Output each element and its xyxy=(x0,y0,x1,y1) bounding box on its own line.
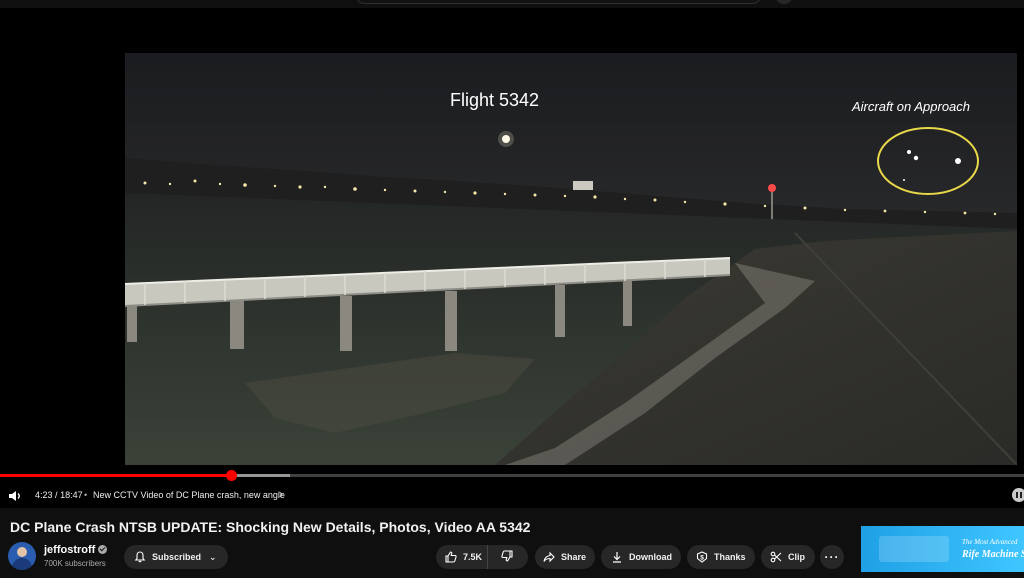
download-icon xyxy=(611,551,623,563)
like-button[interactable]: 7.5K xyxy=(436,545,488,569)
channel-name[interactable]: jeffostroff xyxy=(44,544,95,556)
volume-icon[interactable] xyxy=(8,490,22,502)
svg-text:$: $ xyxy=(700,555,704,562)
scrubber-handle[interactable] xyxy=(226,470,238,481)
ad-thumbnail[interactable]: The Most Advanced Rife Machine Se xyxy=(861,526,1024,572)
subscribed-button[interactable]: Subscribed ⌄ xyxy=(124,545,228,569)
ad-product-image xyxy=(879,536,949,562)
progress-bar[interactable] xyxy=(0,470,1024,481)
chevron-right-icon[interactable]: › xyxy=(279,487,283,501)
distant-building xyxy=(573,181,593,190)
ad-headline-line1: The Most Advanced xyxy=(962,538,1018,546)
current-time: 4:23 xyxy=(35,490,53,500)
chapter-separator: • xyxy=(84,490,88,500)
top-bar xyxy=(0,0,1024,6)
dislike-button[interactable] xyxy=(488,545,526,569)
share-label: Share xyxy=(561,552,587,562)
player-controls: 4:23 / 18:47 • New CCTV Video of DC Plan… xyxy=(0,484,1024,508)
thanks-button[interactable]: $ Thanks xyxy=(687,545,755,569)
verified-icon xyxy=(98,545,108,554)
played-bar xyxy=(0,474,232,477)
chapter-title[interactable]: New CCTV Video of DC Plane crash, new an… xyxy=(93,490,285,500)
video-scene: Flight 5342 Aircraft on Approach xyxy=(125,53,1017,465)
red-beacon-light xyxy=(768,184,776,192)
channel-name-row[interactable]: jeffostroff xyxy=(44,544,108,556)
video-title: DC Plane Crash NTSB UPDATE: Shocking New… xyxy=(10,519,531,535)
like-dislike-group: 7.5K xyxy=(436,545,528,569)
clip-label: Clip xyxy=(788,552,805,562)
search-box-edge[interactable] xyxy=(355,0,762,4)
time-separator: / xyxy=(55,490,58,500)
overlay-flight-title: Flight 5342 xyxy=(450,90,539,110)
video-frame[interactable]: Flight 5342 Aircraft on Approach xyxy=(125,53,1017,465)
download-button[interactable]: Download xyxy=(601,545,681,569)
duration: 18:47 xyxy=(60,490,83,500)
thanks-icon: $ xyxy=(696,551,708,563)
bell-icon xyxy=(134,551,146,563)
overlay-approach-label: Aircraft on Approach xyxy=(851,99,970,114)
thanks-label: Thanks xyxy=(714,552,746,562)
more-actions-button[interactable]: ··· xyxy=(820,545,844,569)
clip-button[interactable]: Clip xyxy=(761,545,815,569)
share-icon xyxy=(543,551,555,563)
thumbs-up-icon xyxy=(445,551,457,563)
like-count: 7.5K xyxy=(463,552,483,562)
video-player[interactable]: Flight 5342 Aircraft on Approach 4:23 / … xyxy=(0,8,1024,508)
download-label: Download xyxy=(629,552,672,562)
subscriber-count: 700K subscribers xyxy=(44,559,106,568)
share-button[interactable]: Share xyxy=(535,545,595,569)
avatar[interactable] xyxy=(8,542,36,570)
pause-icon[interactable] xyxy=(1012,488,1024,502)
ad-headline-line2: Rife Machine Se xyxy=(962,549,1024,560)
more-icon: ··· xyxy=(824,550,840,564)
scissors-icon xyxy=(770,551,782,563)
subscribed-label: Subscribed xyxy=(152,552,202,562)
time-display: 4:23 / 18:47 xyxy=(35,490,83,500)
thumbs-down-icon xyxy=(501,550,513,564)
voice-search-edge[interactable] xyxy=(775,0,793,4)
chevron-down-icon: ⌄ xyxy=(209,551,217,562)
